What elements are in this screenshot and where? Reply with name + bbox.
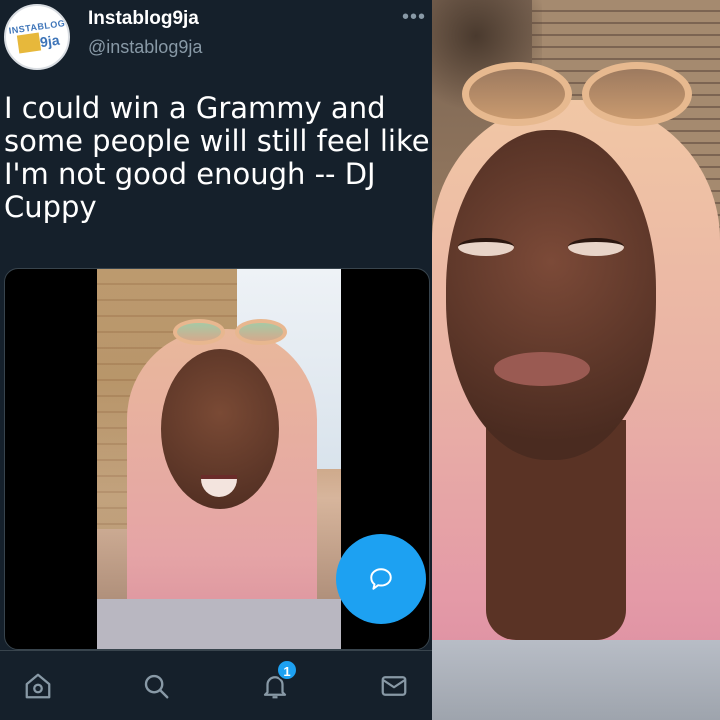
display-name[interactable]: Instablog9ja: [88, 8, 199, 30]
nav-home[interactable]: [21, 669, 55, 703]
compose-reply-icon: [370, 568, 392, 590]
nav-notifications[interactable]: 1: [258, 659, 298, 703]
tweet-text-line: I could win a Grammy and: [4, 91, 386, 125]
photo-face: [446, 130, 656, 460]
bottom-navigation: 1: [0, 650, 432, 720]
mail-icon: [381, 676, 407, 696]
tweet-text: I could win a Grammy and some people wil…: [4, 92, 430, 224]
photo-shirt: [432, 640, 720, 720]
avatar[interactable]: INSTABLOG 9ja: [4, 4, 70, 70]
search-icon: [144, 674, 169, 699]
home-icon: [25, 673, 51, 699]
photo-eye: [568, 238, 624, 256]
avatar-logo-number: 9ja: [38, 31, 61, 51]
photo-sunglasses: [462, 62, 692, 126]
photo-eye: [458, 238, 514, 256]
video-sunglasses: [173, 319, 289, 345]
video-shirt: [97, 599, 341, 649]
user-handle[interactable]: @instablog9ja: [88, 37, 202, 58]
nav-messages[interactable]: [377, 669, 411, 703]
notification-badge: 1: [276, 659, 298, 681]
more-horizontal-icon[interactable]: •••: [402, 6, 426, 29]
tweet-screen: INSTABLOG 9ja Instablog9ja @instablog9ja…: [0, 0, 432, 720]
video-frame: [97, 269, 341, 649]
compose-reply-button[interactable]: [336, 534, 426, 624]
photo: [432, 0, 720, 720]
photo-lips: [494, 352, 590, 386]
avatar-logo-shape: [16, 32, 42, 54]
tweet-text-line: I'm not good enough -- DJ: [4, 157, 376, 191]
tweet-text-line: Cuppy: [4, 190, 97, 224]
tweet-text-line: some people will still feel like: [4, 124, 430, 158]
nav-search[interactable]: [139, 669, 173, 703]
